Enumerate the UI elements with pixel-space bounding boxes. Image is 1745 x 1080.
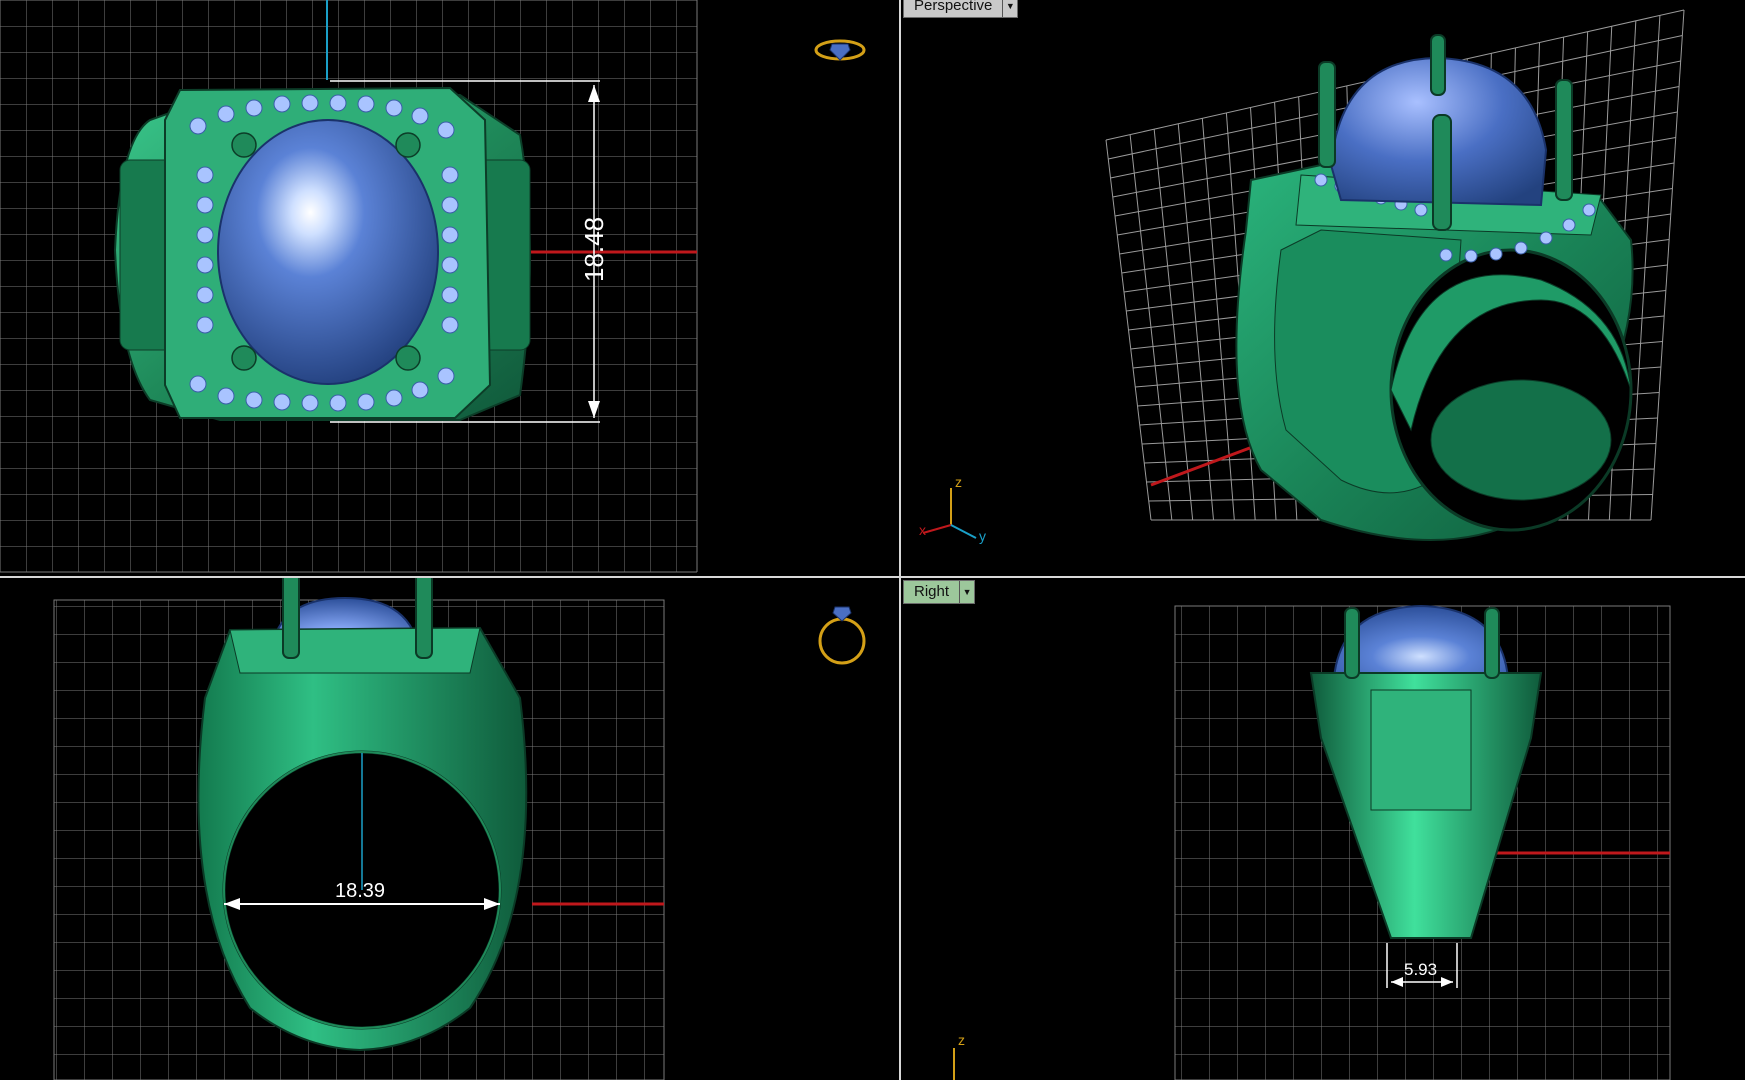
viewport-top[interactable]: 18.48 (0, 0, 899, 576)
viewport-title-perspective[interactable]: Perspective ▼ (903, 0, 1019, 18)
ring-model-perspective[interactable] (1235, 34, 1634, 541)
dimension-label: 5.93 (1404, 960, 1438, 979)
viewport-title-right[interactable]: Right ▼ (903, 580, 976, 604)
ring-model-front[interactable] (197, 578, 528, 1052)
viewport-divider-vertical[interactable] (899, 0, 901, 1080)
viewport-title-label: Perspective (914, 0, 993, 14)
dimension-label: 18.48 (579, 216, 610, 283)
axis-label-y: y (979, 528, 986, 544)
ring-model-top[interactable] (113, 86, 531, 421)
viewport-perspective[interactable]: Perspective ▼ z x y (901, 0, 1745, 576)
axis-gizmo (922, 488, 977, 539)
dimension-label: 18.39 (335, 880, 386, 902)
viewport-title-label: Right (914, 583, 950, 600)
chevron-down-icon[interactable]: ▼ (1002, 0, 1017, 17)
viewport-right[interactable]: Right ▼ 5.93 z (901, 578, 1745, 1080)
axis-label-x: x (919, 522, 926, 538)
chevron-down-icon[interactable]: ▼ (959, 581, 974, 603)
viewport-front[interactable]: 18.39 (0, 578, 899, 1080)
axis-label-z: z (958, 1032, 965, 1048)
engraved-panel (1370, 689, 1472, 811)
ring-front-view-icon[interactable] (818, 606, 866, 665)
viewport-divider-horizontal[interactable] (0, 576, 1745, 578)
ring-top-view-icon[interactable] (814, 39, 866, 61)
axis-label-z: z (955, 474, 962, 490)
